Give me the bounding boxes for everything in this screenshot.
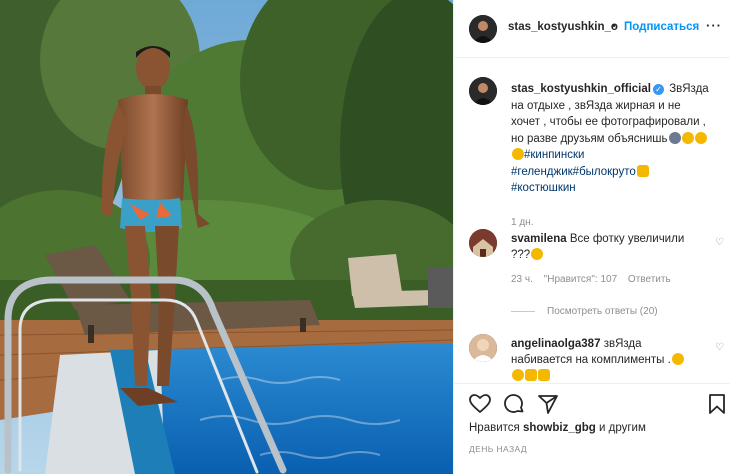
view-replies-label: Посмотреть ответы (20) [547, 306, 658, 317]
laughing-emoji-icon [694, 131, 707, 144]
like-comment-heart-icon[interactable]: ♡ [715, 237, 724, 248]
post-side-panel: stas_kostyushkin_o • Подписаться ··· sta… [453, 0, 730, 474]
comment-text: angelinaolga387 звЯзда набивается на ком… [511, 336, 701, 383]
laughing-emoji-icon [681, 131, 694, 144]
comments-list[interactable]: stas_kostyushkin_official ✓ ЗвЯзда на отд… [454, 59, 730, 383]
author-username[interactable]: stas_kostyushkin_o [508, 21, 618, 33]
author-avatar[interactable] [469, 15, 497, 43]
likes-summary: Нравится showbiz_gbg и другим [469, 422, 646, 434]
emoji-icon [668, 131, 681, 144]
victory-hand-emoji-icon [636, 164, 649, 177]
comment-text: svamilena Все фотку увеличили ??? [511, 231, 701, 263]
view-replies-button[interactable]: Посмотреть ответы (20) [511, 306, 658, 317]
comment-meta: 23 ч. "Нравится": 107 Ответить [511, 274, 679, 285]
follow-button[interactable]: Подписаться [624, 21, 699, 33]
thumbs-up-emoji-icon [525, 369, 537, 381]
laughing-emoji-icon [531, 248, 544, 260]
comment-icon[interactable] [502, 392, 526, 416]
post-header: stas_kostyushkin_o • Подписаться ··· [454, 0, 730, 58]
heart-icon[interactable] [468, 392, 492, 416]
laughing-emoji-icon [512, 369, 524, 381]
more-horizontal-icon[interactable]: ··· [706, 18, 722, 33]
caption-username[interactable]: stas_kostyushkin_official [511, 83, 651, 95]
post-photo[interactable] [0, 0, 453, 474]
likes-suffix[interactable]: и другим [599, 422, 646, 434]
hashtag-link[interactable]: #былокруто [573, 166, 636, 178]
likes-prefix: Нравится [469, 422, 520, 434]
hashtag-link[interactable]: #костюшкин [511, 182, 576, 194]
replies-divider [511, 310, 535, 312]
like-comment-heart-icon[interactable]: ♡ [715, 342, 724, 353]
separator-dot: • [612, 20, 616, 32]
post-date[interactable]: ДЕНЬ НАЗАД [469, 444, 527, 454]
laughing-emoji-icon [671, 353, 684, 365]
caption-text: stas_kostyushkin_official ✓ ЗвЯзда на отд… [511, 81, 711, 197]
verified-badge-icon: ✓ [652, 84, 664, 95]
post-actions: Нравится showbiz_gbg и другим ДЕНЬ НАЗАД [454, 383, 730, 474]
comment-time[interactable]: 23 ч. [511, 274, 533, 285]
bookmark-icon[interactable] [705, 392, 729, 416]
comment-username[interactable]: svamilena [511, 233, 567, 245]
likes-user-link[interactable]: showbiz_gbg [523, 422, 596, 434]
share-icon[interactable] [536, 392, 560, 416]
hashtag-link[interactable]: #геленджик [511, 166, 573, 178]
hashtag-link[interactable]: #кинпински [524, 149, 584, 161]
comment-likes[interactable]: "Нравится": 107 [544, 274, 617, 285]
comment-username[interactable]: angelinaolga387 [511, 338, 600, 350]
laughing-emoji-icon [512, 148, 524, 160]
commenter-avatar[interactable] [469, 334, 497, 362]
caption-time[interactable]: 1 дн. [511, 217, 533, 228]
commenter-avatar[interactable] [469, 229, 497, 257]
thumbs-up-emoji-icon [538, 369, 550, 381]
caption-avatar[interactable] [469, 77, 497, 105]
post-image [0, 0, 453, 474]
reply-button[interactable]: Ответить [628, 274, 671, 285]
pool-water [130, 343, 453, 474]
